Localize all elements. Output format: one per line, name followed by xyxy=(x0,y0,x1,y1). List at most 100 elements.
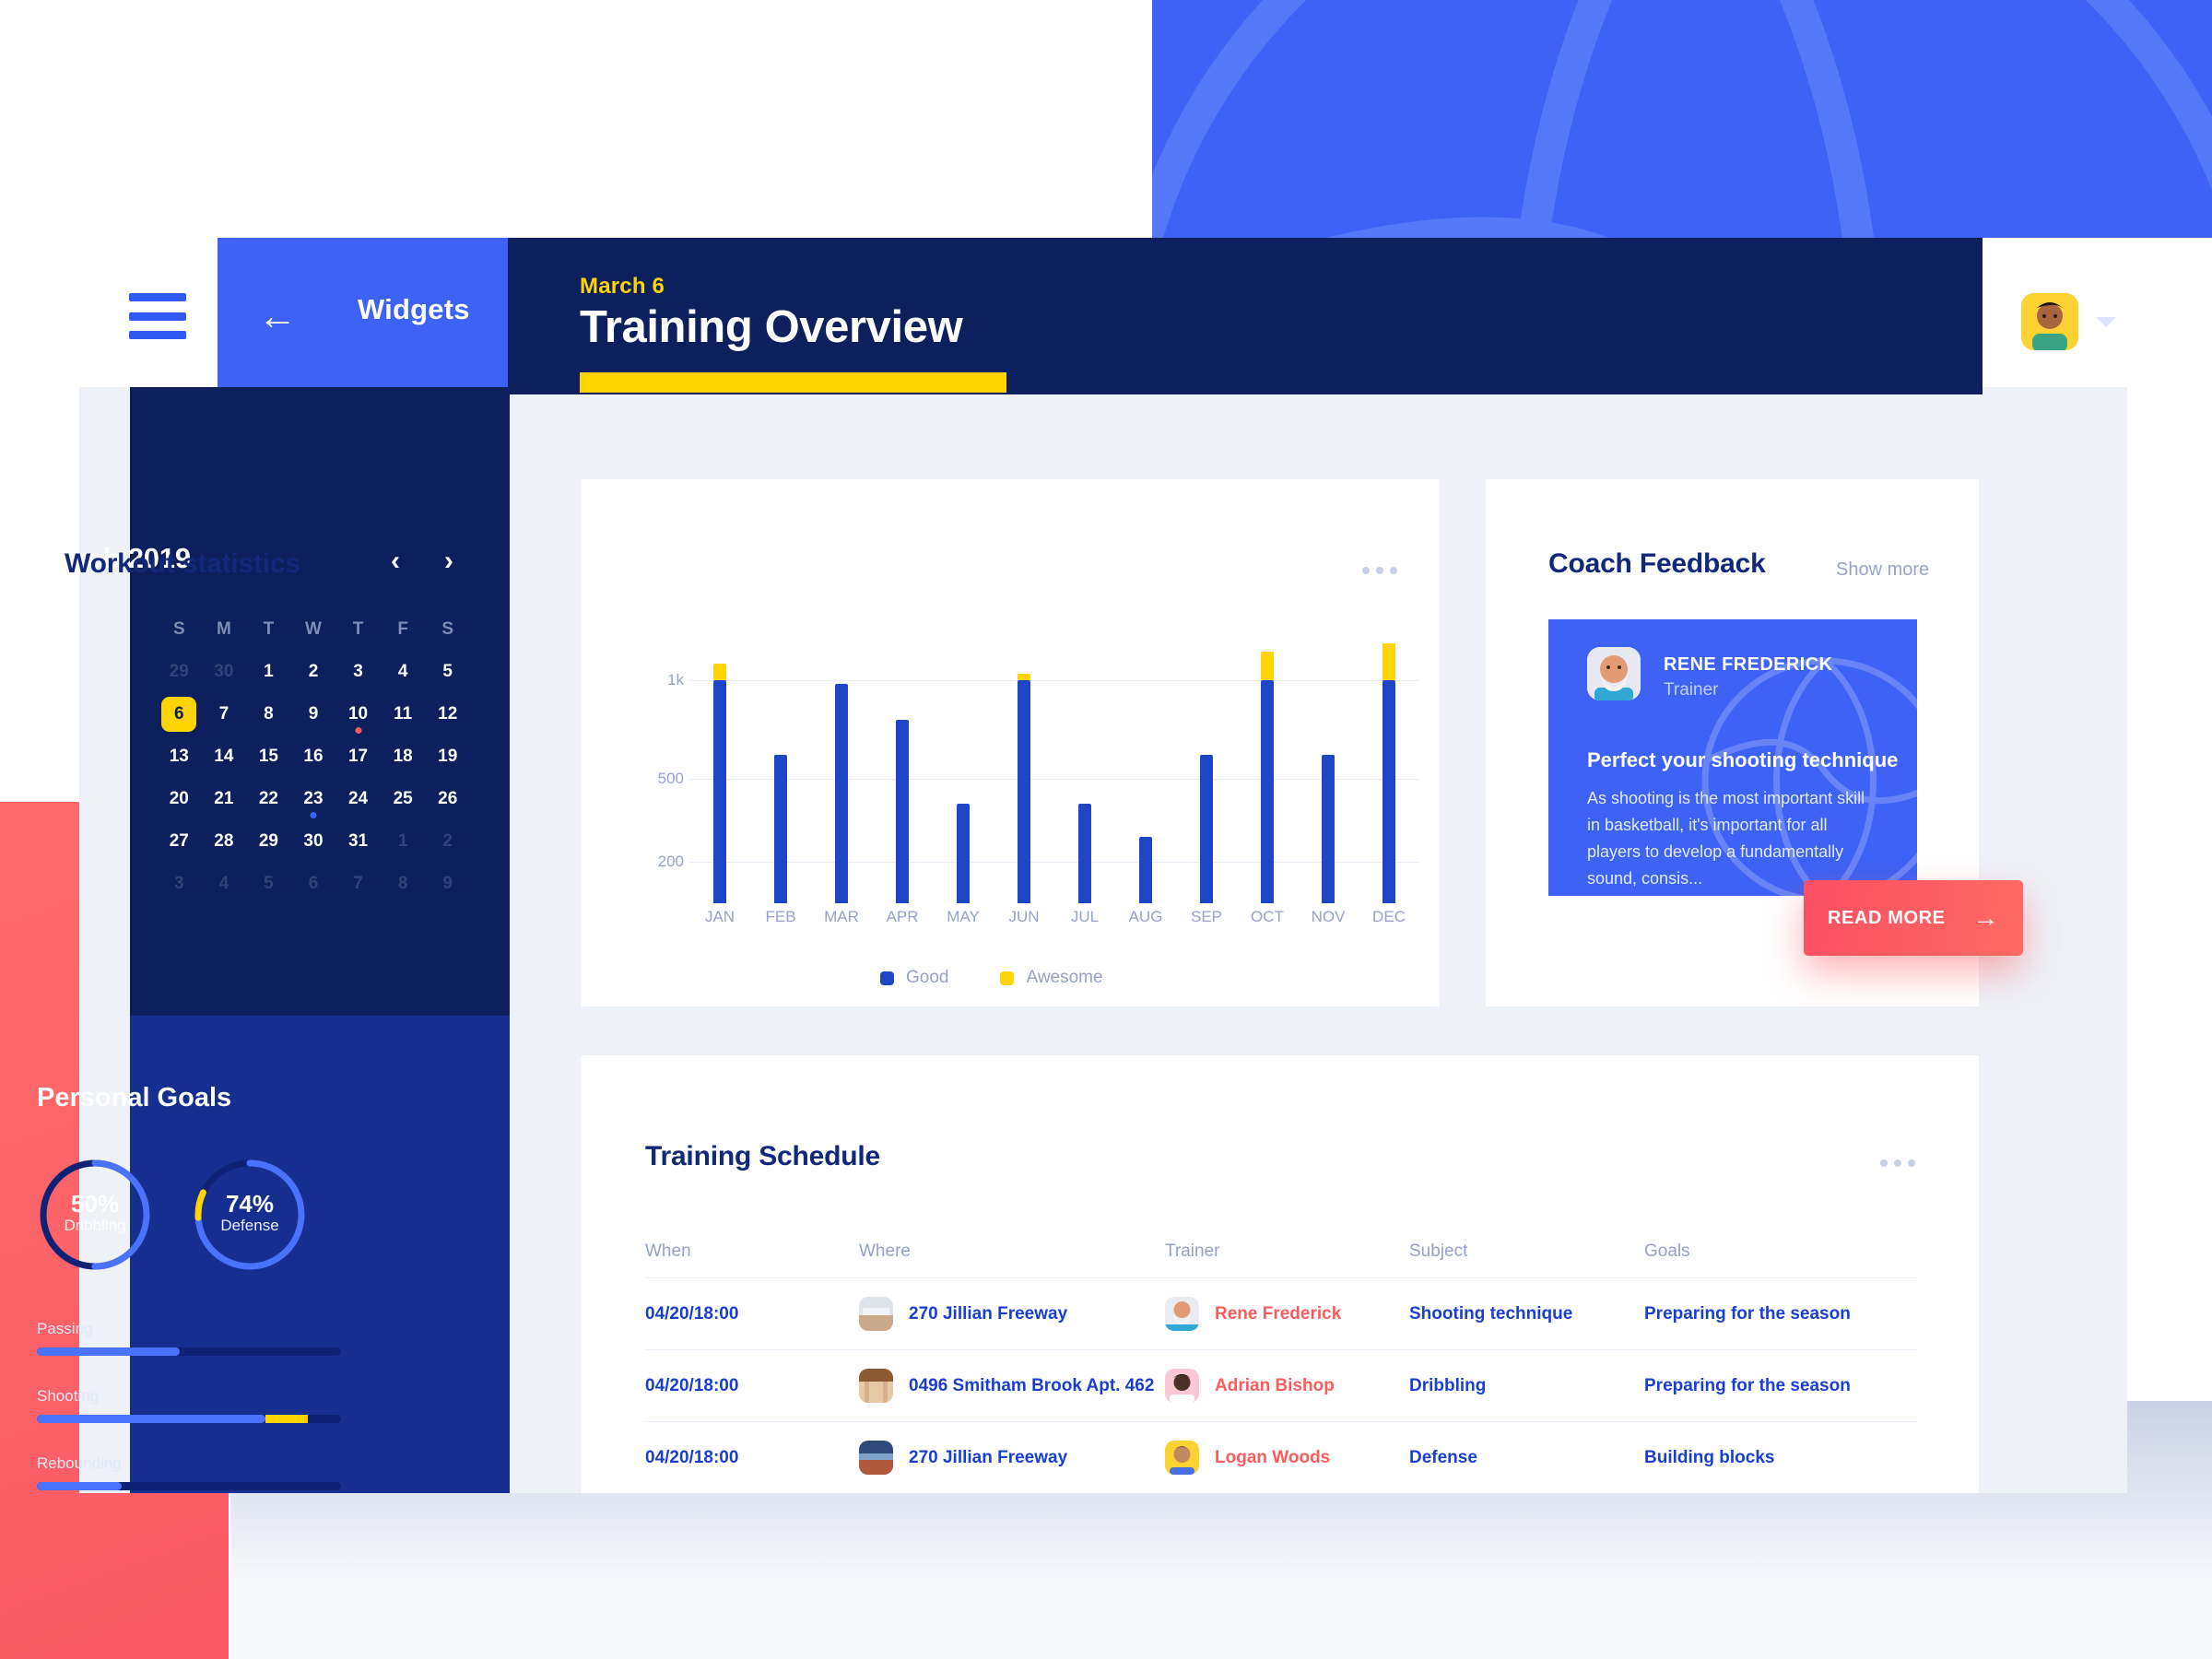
calendar-day-number: 15 xyxy=(258,747,278,766)
calendar-day[interactable]: 27 xyxy=(157,820,202,863)
calendar-day[interactable]: 6 xyxy=(291,863,336,905)
legend-swatch xyxy=(880,971,894,985)
chart-legend-item[interactable]: Good xyxy=(880,968,948,988)
chart-bar[interactable] xyxy=(1200,755,1213,903)
chart-legend: Good Awesome xyxy=(880,968,1103,988)
calendar-day[interactable]: 9 xyxy=(291,693,336,735)
calendar-day-number: 9 xyxy=(308,704,319,724)
calendar-day[interactable]: 30 xyxy=(291,820,336,863)
chart-bar[interactable] xyxy=(1018,674,1030,903)
calendar-day[interactable]: 25 xyxy=(381,778,426,820)
calendar-day[interactable]: 7 xyxy=(202,693,247,735)
calendar-day[interactable]: 2 xyxy=(291,651,336,693)
calendar-day[interactable]: 9 xyxy=(425,863,470,905)
calendar-grid: S M T W T F S 29 30 1 2 3 4 5 6 7 8 9 10 11 12 13 14 15 16 17 18 19… xyxy=(157,608,470,905)
coach-avatar-image xyxy=(1587,647,1641,700)
calendar-day[interactable]: 3 xyxy=(335,651,381,693)
calendar-day[interactable]: 19 xyxy=(425,735,470,778)
trainer-name[interactable]: Logan Woods xyxy=(1215,1448,1330,1468)
calendar-day[interactable]: 31 xyxy=(335,820,381,863)
calendar-day[interactable]: 13 xyxy=(157,735,202,778)
chart-bar[interactable] xyxy=(1382,643,1395,903)
trainer-name[interactable]: Adrian Bishop xyxy=(1215,1376,1335,1396)
calendar-day[interactable]: 4 xyxy=(202,863,247,905)
calendar-day[interactable]: 5 xyxy=(425,651,470,693)
calendar-day[interactable]: 22 xyxy=(246,778,291,820)
chart-bar[interactable] xyxy=(1078,804,1091,903)
cell-when: 04/20/18:00 xyxy=(645,1375,739,1395)
calendar-day[interactable]: 28 xyxy=(202,820,247,863)
chart-bar[interactable] xyxy=(1322,755,1335,903)
table-row[interactable]: 04/20/18:00 0496 Smitham Brook Apt. 462 Ad… xyxy=(645,1349,1917,1421)
calendar-day[interactable]: 29 xyxy=(157,651,202,693)
calendar-day[interactable]: 5 xyxy=(246,863,291,905)
more-horizontal-icon[interactable] xyxy=(1880,1159,1915,1167)
calendar-day[interactable]: 26 xyxy=(425,778,470,820)
calendar-day[interactable]: 15 xyxy=(246,735,291,778)
calendar-day-number: 4 xyxy=(218,874,229,893)
calendar-day[interactable]: 2 xyxy=(425,820,470,863)
chart-legend-item[interactable]: Awesome xyxy=(1000,968,1103,988)
arrow-left-icon[interactable]: ← xyxy=(253,291,302,341)
trainer-avatar xyxy=(1165,1369,1199,1403)
calendar-day[interactable]: 3 xyxy=(157,863,202,905)
table-row[interactable]: 04/20/18:00 270 Jillian Freeway Logan Wood… xyxy=(645,1421,1917,1493)
calendar-day[interactable]: 29 xyxy=(246,820,291,863)
calendar-day[interactable]: 10 xyxy=(335,693,381,735)
calendar-day[interactable]: 24 xyxy=(335,778,381,820)
calendar-day[interactable]: 21 xyxy=(202,778,247,820)
chevron-left-icon[interactable]: ‹ xyxy=(391,547,400,575)
goal-bar-fill xyxy=(37,1482,123,1490)
cell-goals: Preparing for the season xyxy=(1644,1375,1851,1395)
calendar-day[interactable]: 1 xyxy=(381,820,426,863)
chart-x-tick-label: AUG xyxy=(1128,908,1163,925)
chart-bar[interactable] xyxy=(1139,837,1152,903)
chart-bar[interactable] xyxy=(835,684,848,903)
avatar[interactable] xyxy=(2021,293,2078,350)
section-label-widgets[interactable]: Widgets xyxy=(358,293,470,326)
chart-x-tick-label: MAY xyxy=(947,908,980,925)
chart-bar[interactable] xyxy=(896,719,909,903)
chart-bar[interactable] xyxy=(1261,652,1274,903)
calendar-day[interactable]: 18 xyxy=(381,735,426,778)
chevron-right-icon[interactable]: › xyxy=(444,547,453,575)
calendar-day[interactable]: 7 xyxy=(335,863,381,905)
calendar-day[interactable]: 4 xyxy=(381,651,426,693)
more-horizontal-icon[interactable] xyxy=(1362,567,1397,574)
coach-avatar xyxy=(1587,647,1641,700)
calendar-day[interactable]: 12 xyxy=(425,693,470,735)
chart-bar[interactable] xyxy=(957,804,970,903)
calendar-day[interactable]: 17 xyxy=(335,735,381,778)
calendar-day[interactable]: 30 xyxy=(202,651,247,693)
personal-goals-title: Personal Goals xyxy=(37,1083,232,1112)
calendar-day[interactable]: 8 xyxy=(246,693,291,735)
chevron-down-icon[interactable] xyxy=(2096,317,2116,327)
read-more-button[interactable]: READ MORE → xyxy=(1804,880,2023,956)
coach-feedback-headline: Perfect your shooting technique xyxy=(1587,748,1899,771)
calendar-day[interactable]: 16 xyxy=(291,735,336,778)
where-label: 0496 Smitham Brook Apt. 462 xyxy=(909,1375,1155,1395)
hamburger-line xyxy=(129,312,186,321)
show-more-link[interactable]: Show more xyxy=(1836,559,1929,581)
calendar-day[interactable]: 14 xyxy=(202,735,247,778)
calendar-day[interactable]: 8 xyxy=(381,863,426,905)
venue-thumbnail-icon xyxy=(859,1369,893,1403)
calendar-day[interactable]: 11 xyxy=(381,693,426,735)
table-row[interactable]: 04/20/18:00 270 Jillian Freeway Rene Frede… xyxy=(645,1277,1917,1349)
chart-bar[interactable] xyxy=(713,664,726,903)
chart-bar[interactable] xyxy=(774,755,787,903)
calendar-day-of-week: S xyxy=(172,619,185,639)
calendar-day[interactable]: 6 xyxy=(157,693,202,735)
calendar-day-number: 11 xyxy=(394,704,413,724)
calendar-day-number: 8 xyxy=(397,874,408,893)
cell-goals: Preparing for the season xyxy=(1644,1303,1851,1324)
calendar-day[interactable]: 23 xyxy=(291,778,336,820)
table-column-header: Trainer xyxy=(1165,1241,1220,1261)
calendar-day[interactable]: 20 xyxy=(157,778,202,820)
chart-x-tick-label: SEP xyxy=(1190,908,1223,925)
calendar-day[interactable]: 1 xyxy=(246,651,291,693)
hamburger-icon[interactable] xyxy=(129,293,186,339)
trainer-name[interactable]: Rene Frederick xyxy=(1215,1304,1341,1324)
calendar-day-of-week: M xyxy=(216,619,231,639)
cell-goals: Building blocks xyxy=(1644,1447,1775,1467)
